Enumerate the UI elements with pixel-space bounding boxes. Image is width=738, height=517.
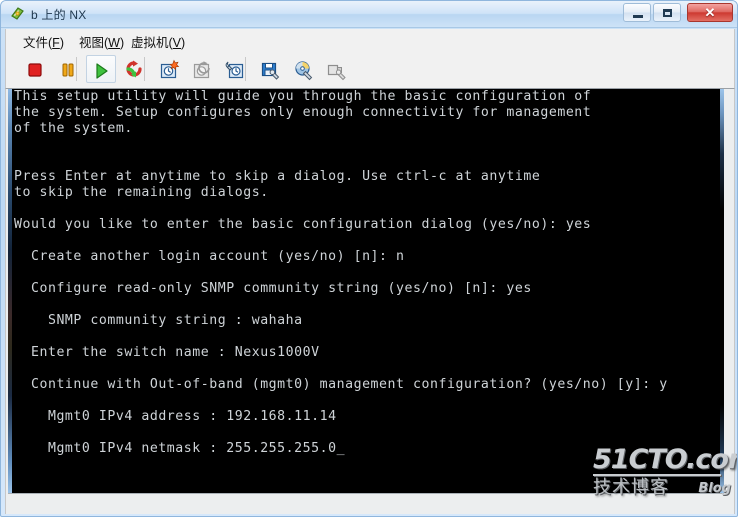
minimize-button[interactable] (623, 3, 651, 22)
revert-snapshot-button[interactable] (187, 55, 217, 83)
terminal-line: Create another login account (yes/no) [n… (14, 249, 405, 264)
terminal-line: Enter the switch name : Nexus1000V (14, 345, 320, 360)
stop-icon (28, 63, 42, 77)
terminal-line: Continue with Out-of-band (mgmt0) manage… (14, 377, 668, 392)
snapshot-revert-icon (193, 61, 210, 79)
terminal-line: Would you like to enter the basic config… (14, 217, 592, 232)
console-left-edge (8, 89, 12, 493)
pause-icon (62, 63, 74, 77)
close-button[interactable]: ✕ (687, 3, 733, 22)
vm-console-area: This setup utility will guide you throug… (5, 89, 735, 514)
vm-console-window: b 上的 NX ✕ 文件(F) 视图(W) 虚拟机(V) This setup … (0, 0, 738, 517)
reset-icon (126, 60, 142, 78)
terminal-line: SNMP community string : wahaha (14, 313, 303, 328)
terminal-line: Press Enter at anytime to skip a dialog.… (14, 169, 541, 184)
menu-file[interactable]: 文件(F) (20, 32, 67, 51)
close-icon: ✕ (704, 5, 716, 20)
menu-virtual-machine[interactable]: 虚拟机(V) (128, 32, 188, 51)
maximize-button[interactable] (653, 3, 681, 22)
reset-button[interactable] (119, 55, 149, 83)
snapshot-new-icon (160, 59, 180, 79)
cd-drive-icon (295, 61, 313, 81)
settings-floppy-icon (261, 62, 280, 80)
terminal-line: Mgmt0 IPv4 address : 192.168.11.14 (14, 409, 337, 424)
snapshot-manage-icon (225, 61, 244, 79)
pause-button[interactable] (53, 55, 83, 83)
stop-button[interactable] (20, 55, 50, 83)
play-button[interactable] (86, 55, 116, 83)
terminal-output: This setup utility will guide you throug… (14, 89, 724, 457)
play-icon (96, 63, 108, 79)
cd-dvd-button[interactable] (289, 55, 319, 83)
terminal-line: to skip the remaining dialogs. (14, 185, 269, 200)
nx-icon (9, 6, 26, 23)
usb-device-icon (327, 64, 346, 81)
terminal-line: the system. Setup configures only enough… (14, 105, 592, 120)
manage-snapshots-button[interactable] (220, 55, 250, 83)
edit-settings-button[interactable] (256, 55, 286, 83)
window-title: b 上的 NX (31, 8, 87, 22)
take-snapshot-button[interactable] (154, 55, 184, 83)
minimize-icon (633, 15, 643, 18)
usb-device-button[interactable] (322, 55, 352, 83)
menu-view[interactable]: 视图(W) (76, 32, 127, 51)
status-bar (8, 493, 724, 512)
terminal-line: This setup utility will guide you throug… (14, 89, 592, 104)
terminal-screen[interactable]: This setup utility will guide you throug… (8, 89, 724, 493)
terminal-line: of the system. (14, 121, 133, 136)
terminal-line: Configure read-only SNMP community strin… (14, 281, 532, 296)
menu-bar: 文件(F) 视图(W) 虚拟机(V) (5, 29, 735, 51)
toolbar (5, 51, 735, 89)
maximize-icon (663, 9, 672, 17)
terminal-line: Mgmt0 IPv4 netmask : 255.255.255.0_ (14, 441, 346, 456)
title-bar[interactable]: b 上的 NX ✕ (1, 1, 737, 28)
